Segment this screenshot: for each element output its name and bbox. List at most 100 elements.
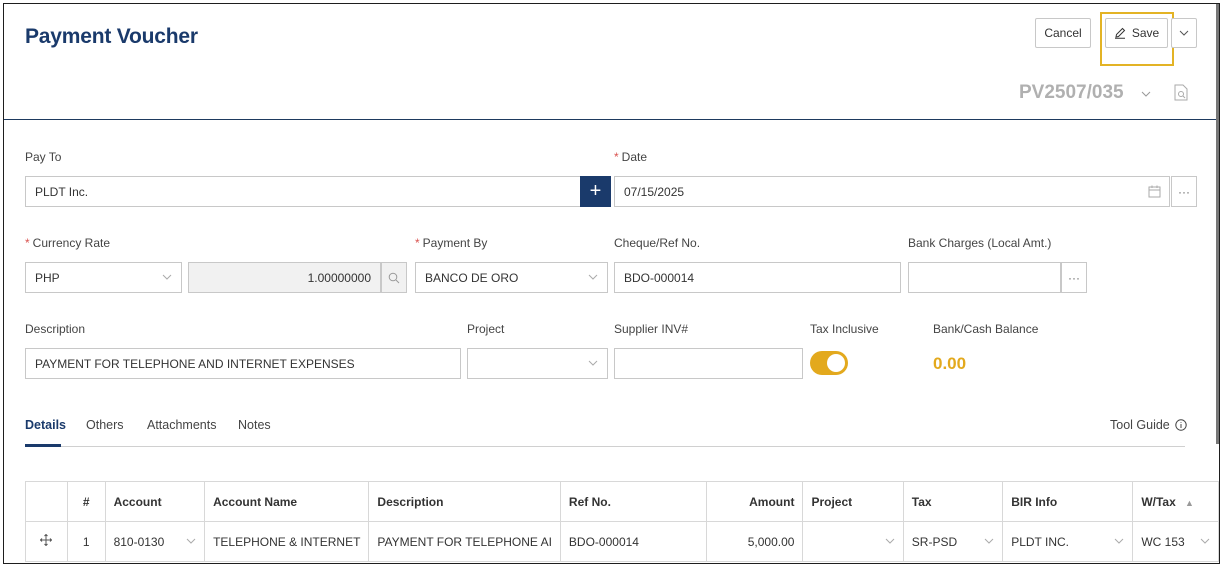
description-label: Description [25, 322, 86, 336]
row-drag-handle[interactable] [25, 521, 68, 562]
save-button[interactable]: Save [1105, 18, 1168, 48]
supplier-inv-input[interactable] [614, 348, 803, 379]
chevron-down-icon [186, 535, 196, 547]
col-header-tax: Tax [902, 481, 1004, 522]
row-ref-no[interactable]: BDO-000014 [559, 521, 707, 562]
tab-attachments[interactable]: Attachments [147, 418, 216, 432]
description-value: PAYMENT FOR TELEPHONE AND INTERNET EXPEN… [35, 356, 355, 371]
info-icon [1175, 419, 1187, 431]
scrollbar-thumb[interactable] [1216, 4, 1219, 444]
row-bir-info: PLDT INC. [1011, 534, 1069, 549]
col-header-project: Project [802, 481, 904, 522]
plus-icon: + [589, 180, 602, 202]
payment-voucher-window: Payment Voucher Cancel Save PV2507/035 P… [3, 3, 1220, 564]
payment-by-value: BANCO DE ORO [425, 270, 519, 285]
currency-rate-label: * Currency Rate [25, 236, 110, 250]
pencil-icon [1114, 27, 1126, 39]
calendar-icon[interactable] [1148, 185, 1161, 201]
toggle-knob [827, 354, 845, 372]
row-tax-select[interactable]: SR-PSD [902, 521, 1004, 562]
chevron-down-icon [588, 271, 598, 283]
required-marker: * [25, 236, 30, 250]
bank-charges-label: Bank Charges (Local Amt.) [908, 236, 1052, 250]
tax-inclusive-toggle[interactable] [810, 351, 848, 375]
row-amount[interactable]: 5,000.00 [705, 521, 804, 562]
date-field[interactable]: 07/15/2025 [614, 176, 1170, 207]
date-label: * Date [614, 150, 647, 164]
row-account-name[interactable]: TELEPHONE & INTERNET [204, 521, 370, 562]
col-header-account-name: Account Name [204, 481, 370, 522]
search-icon [388, 272, 400, 283]
required-marker: * [415, 236, 420, 250]
tab-others[interactable]: Others [86, 418, 124, 432]
chevron-down-icon [588, 357, 598, 369]
supplier-inv-label: Supplier INV# [614, 322, 689, 336]
pay-to-field[interactable]: PLDT Inc. [25, 176, 581, 207]
pay-to-label: Pay To [25, 150, 62, 164]
ellipsis-icon: ··· [1178, 184, 1190, 199]
page-scrollbar[interactable] [1213, 4, 1219, 444]
project-label: Project [467, 322, 505, 336]
payment-by-label-text: Payment By [422, 236, 488, 250]
save-options-dropdown[interactable] [1171, 18, 1197, 48]
chevron-down-icon [162, 271, 172, 283]
tab-details[interactable]: Details [25, 418, 66, 432]
chevron-down-icon [1114, 535, 1124, 547]
chevron-down-icon [1200, 535, 1210, 547]
rate-search-button[interactable] [381, 262, 407, 293]
bank-charges-input[interactable] [908, 262, 1061, 293]
cheque-ref-input[interactable]: BDO-000014 [614, 262, 901, 293]
active-tab-indicator [25, 444, 61, 447]
voucher-number-chevron-icon[interactable] [1141, 88, 1151, 100]
tool-guide-label: Tool Guide [1110, 418, 1170, 432]
col-header-ref-no: Ref No. [559, 481, 707, 522]
col-header-amount: Amount [705, 481, 804, 522]
row-wtax-select[interactable]: WC 153 [1132, 521, 1219, 562]
move-icon [40, 533, 53, 547]
chevron-down-icon [885, 535, 895, 547]
table-row[interactable]: 1 810-0130 TELEPHONE & INTERNET PAYMENT … [25, 521, 1219, 562]
col-header-account: Account [104, 481, 206, 522]
page-title: Payment Voucher [25, 25, 198, 48]
add-payee-button[interactable]: + [580, 176, 611, 207]
cancel-button[interactable]: Cancel [1035, 18, 1091, 48]
currency-rate-label-text: Currency Rate [32, 236, 111, 250]
table-header-row: # Account Account Name Description Ref N… [25, 481, 1219, 522]
bank-charges-more-button[interactable]: ··· [1061, 262, 1087, 293]
currency-select[interactable]: PHP [25, 262, 182, 293]
payment-by-select[interactable]: BANCO DE ORO [415, 262, 608, 293]
scroll-up-arrow-icon[interactable]: ▲ [1185, 498, 1194, 508]
currency-value: PHP [35, 270, 60, 285]
col-header-bir-info: BIR Info [1002, 481, 1134, 522]
tabs-divider [25, 446, 1185, 447]
rate-field: 1.00000000 [188, 262, 381, 293]
row-bir-info-select[interactable]: PLDT INC. [1002, 521, 1134, 562]
date-more-button[interactable]: ··· [1171, 176, 1197, 207]
tool-guide-link[interactable]: Tool Guide [1110, 418, 1187, 432]
bank-balance-label: Bank/Cash Balance [933, 322, 1039, 336]
date-value: 07/15/2025 [624, 184, 685, 199]
bank-balance-value: 0.00 [933, 354, 967, 373]
cheque-ref-value: BDO-000014 [624, 270, 695, 285]
col-header-description: Description [368, 481, 561, 522]
row-number: 1 [66, 521, 106, 562]
date-label-text: Date [621, 150, 648, 164]
voucher-number: PV2507/035 [1019, 82, 1124, 103]
document-search-icon[interactable] [1174, 84, 1188, 104]
tab-notes[interactable]: Notes [238, 418, 271, 432]
ellipsis-icon: ··· [1068, 270, 1080, 285]
chevron-down-icon [1179, 30, 1189, 36]
rate-value: 1.00000000 [307, 270, 371, 285]
row-description[interactable]: PAYMENT FOR TELEPHONE AI [368, 521, 561, 562]
required-marker: * [614, 150, 619, 164]
col-header-handle [25, 481, 68, 522]
row-wtax: WC 153 [1141, 534, 1185, 549]
project-select[interactable] [467, 348, 608, 379]
description-input[interactable]: PAYMENT FOR TELEPHONE AND INTERNET EXPEN… [25, 348, 461, 379]
details-table: # Account Account Name Description Ref N… [25, 481, 1219, 562]
row-project-select[interactable] [802, 521, 904, 562]
pay-to-value: PLDT Inc. [35, 184, 89, 199]
col-header-number: # [66, 481, 106, 522]
chevron-down-icon [984, 535, 994, 547]
row-account-select[interactable]: 810-0130 [104, 521, 206, 562]
